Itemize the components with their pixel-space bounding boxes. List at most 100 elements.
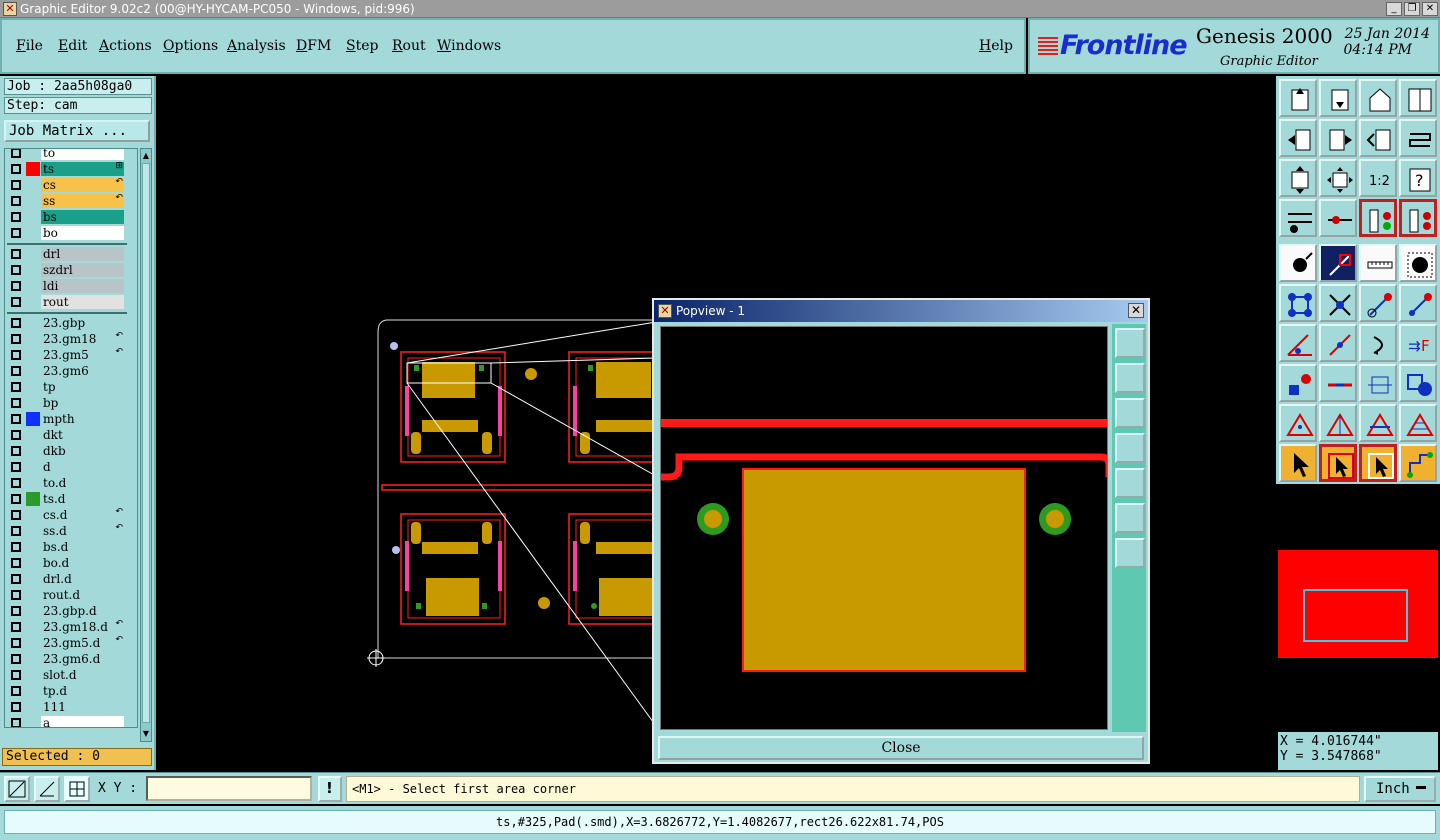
zoom-home-icon[interactable] [1359, 79, 1397, 117]
layer-checkbox[interactable] [11, 430, 21, 440]
layer-row[interactable]: ts.d [5, 491, 127, 507]
layer-checkbox[interactable] [11, 196, 21, 206]
layer-checkbox[interactable] [11, 654, 21, 664]
layer-checkbox[interactable] [11, 622, 21, 632]
menu-file[interactable]: File [16, 38, 43, 54]
layer-row[interactable]: dkb [5, 443, 127, 459]
layer-row[interactable]: 23.gm6 [5, 363, 127, 379]
layer-checkbox[interactable] [11, 446, 21, 456]
arrow-red-icon[interactable] [1359, 284, 1397, 322]
layer-checkbox[interactable] [11, 590, 21, 600]
pan-right-icon[interactable] [1115, 468, 1145, 498]
triangle2-icon[interactable] [1319, 404, 1357, 442]
layer-checkbox[interactable] [11, 702, 21, 712]
layer-checkbox[interactable] [11, 228, 21, 238]
snap-icon[interactable] [1319, 199, 1357, 237]
help-icon[interactable]: ? [1399, 159, 1437, 197]
triangle-icon[interactable] [1279, 404, 1317, 442]
triangle4-icon[interactable] [1399, 404, 1437, 442]
ruler-icon[interactable] [1359, 244, 1397, 282]
scroll-thumb[interactable] [142, 163, 150, 723]
layer-row[interactable]: 23.gbp [5, 315, 127, 331]
zoom-home-icon[interactable] [1115, 363, 1145, 393]
layer-row[interactable]: rout [5, 294, 127, 310]
cut-icon[interactable] [1319, 364, 1357, 402]
layer-checkbox[interactable] [11, 318, 21, 328]
angle-icon[interactable] [1279, 324, 1317, 362]
layer-row[interactable]: drl.d [5, 571, 127, 587]
minimize-button[interactable]: _ [1386, 2, 1402, 16]
layer-checkbox[interactable] [11, 297, 21, 307]
maximize-button[interactable]: ❐ [1404, 2, 1420, 16]
zoom-down-icon[interactable] [1319, 79, 1357, 117]
pan-wave-icon[interactable] [1399, 119, 1437, 157]
layer-row[interactable]: drl [5, 246, 127, 262]
resize-icon[interactable] [1359, 364, 1397, 402]
layer-row[interactable]: tp.d [5, 683, 127, 699]
layer-checkbox[interactable] [11, 164, 21, 174]
layer-checkbox[interactable] [11, 542, 21, 552]
menu-dfm[interactable]: DFM [296, 38, 331, 54]
layer-row[interactable]: to.d [5, 475, 127, 491]
overview-map[interactable] [1278, 484, 1438, 732]
fit-icon[interactable] [1279, 159, 1317, 197]
layer-checkbox[interactable] [11, 265, 21, 275]
popview-close-button[interactable]: Close [658, 736, 1144, 760]
layer-checkbox[interactable] [11, 526, 21, 536]
menu-windows[interactable]: Windows [437, 38, 501, 54]
layer-checkbox[interactable] [11, 606, 21, 616]
cross-icon[interactable] [1319, 284, 1357, 322]
pan-back-icon[interactable] [1359, 119, 1397, 157]
layer-row[interactable]: a [5, 715, 127, 727]
layer-row[interactable]: ts ⊞ [5, 161, 127, 177]
layer-checkbox[interactable] [11, 414, 21, 424]
menu-step[interactable]: Step [346, 38, 378, 54]
job-matrix-button[interactable]: Job Matrix ... [4, 120, 150, 142]
layer-checkbox[interactable] [11, 350, 21, 360]
layer-row[interactable]: 23.gm18.d ↶ [5, 619, 127, 635]
zoom-down-icon[interactable] [1115, 398, 1145, 428]
scroll-up-icon[interactable]: ▲ [141, 151, 151, 161]
split-view-icon[interactable] [1399, 79, 1437, 117]
route-icon[interactable] [1399, 444, 1437, 482]
menu-edit[interactable]: Edit [58, 38, 87, 54]
triangle3-icon[interactable] [1359, 404, 1397, 442]
pad-select-icon[interactable] [1279, 244, 1317, 282]
move-icon[interactable] [1279, 364, 1317, 402]
layer-scrollbar[interactable]: ▲ ▼ [140, 148, 152, 742]
zoom-up-icon[interactable] [1279, 79, 1317, 117]
pan-left-icon[interactable] [1115, 433, 1145, 463]
popview-title-bar[interactable]: ✕ Popview - 1 ✕ [654, 300, 1148, 322]
close-window-button[interactable]: ✕ [1422, 2, 1438, 16]
layer-row[interactable]: 23.gbp.d [5, 603, 127, 619]
connect-icon[interactable] [1279, 284, 1317, 322]
measure-angle-icon[interactable] [1319, 244, 1357, 282]
flip-icon[interactable]: ⇉ F [1399, 324, 1437, 362]
line-icon[interactable] [1319, 324, 1357, 362]
grid-icon[interactable] [64, 776, 90, 802]
warning-icon[interactable]: ! [318, 776, 342, 802]
layer-row[interactable]: szdrl [5, 262, 127, 278]
fit-all-icon[interactable] [1115, 503, 1145, 533]
overview-view-frame[interactable] [1303, 589, 1408, 642]
select-orange-icon[interactable] [1359, 444, 1397, 482]
shape-icon[interactable] [1399, 364, 1437, 402]
center-icon[interactable] [1115, 538, 1145, 568]
pan-left-icon[interactable] [1279, 119, 1317, 157]
select-box-icon[interactable] [1319, 444, 1357, 482]
layer-row[interactable]: tp [5, 379, 127, 395]
layer-checkbox[interactable] [11, 686, 21, 696]
tools-icon[interactable] [1279, 199, 1317, 237]
layer-row[interactable]: bs [5, 209, 127, 225]
layer-row[interactable]: bo.d [5, 555, 127, 571]
scale-icon[interactable]: 1:2 [1359, 159, 1397, 197]
measure-icon[interactable] [34, 776, 60, 802]
layer-checkbox[interactable] [11, 398, 21, 408]
arrow-red2-icon[interactable] [1399, 284, 1437, 322]
menu-rout[interactable]: Rout [392, 38, 426, 54]
pointer-icon[interactable] [1279, 444, 1317, 482]
popview-close-icon[interactable]: ✕ [1128, 303, 1144, 318]
layer-checkbox[interactable] [11, 212, 21, 222]
layer-checkbox[interactable] [11, 558, 21, 568]
layer-row[interactable]: mpth [5, 411, 127, 427]
